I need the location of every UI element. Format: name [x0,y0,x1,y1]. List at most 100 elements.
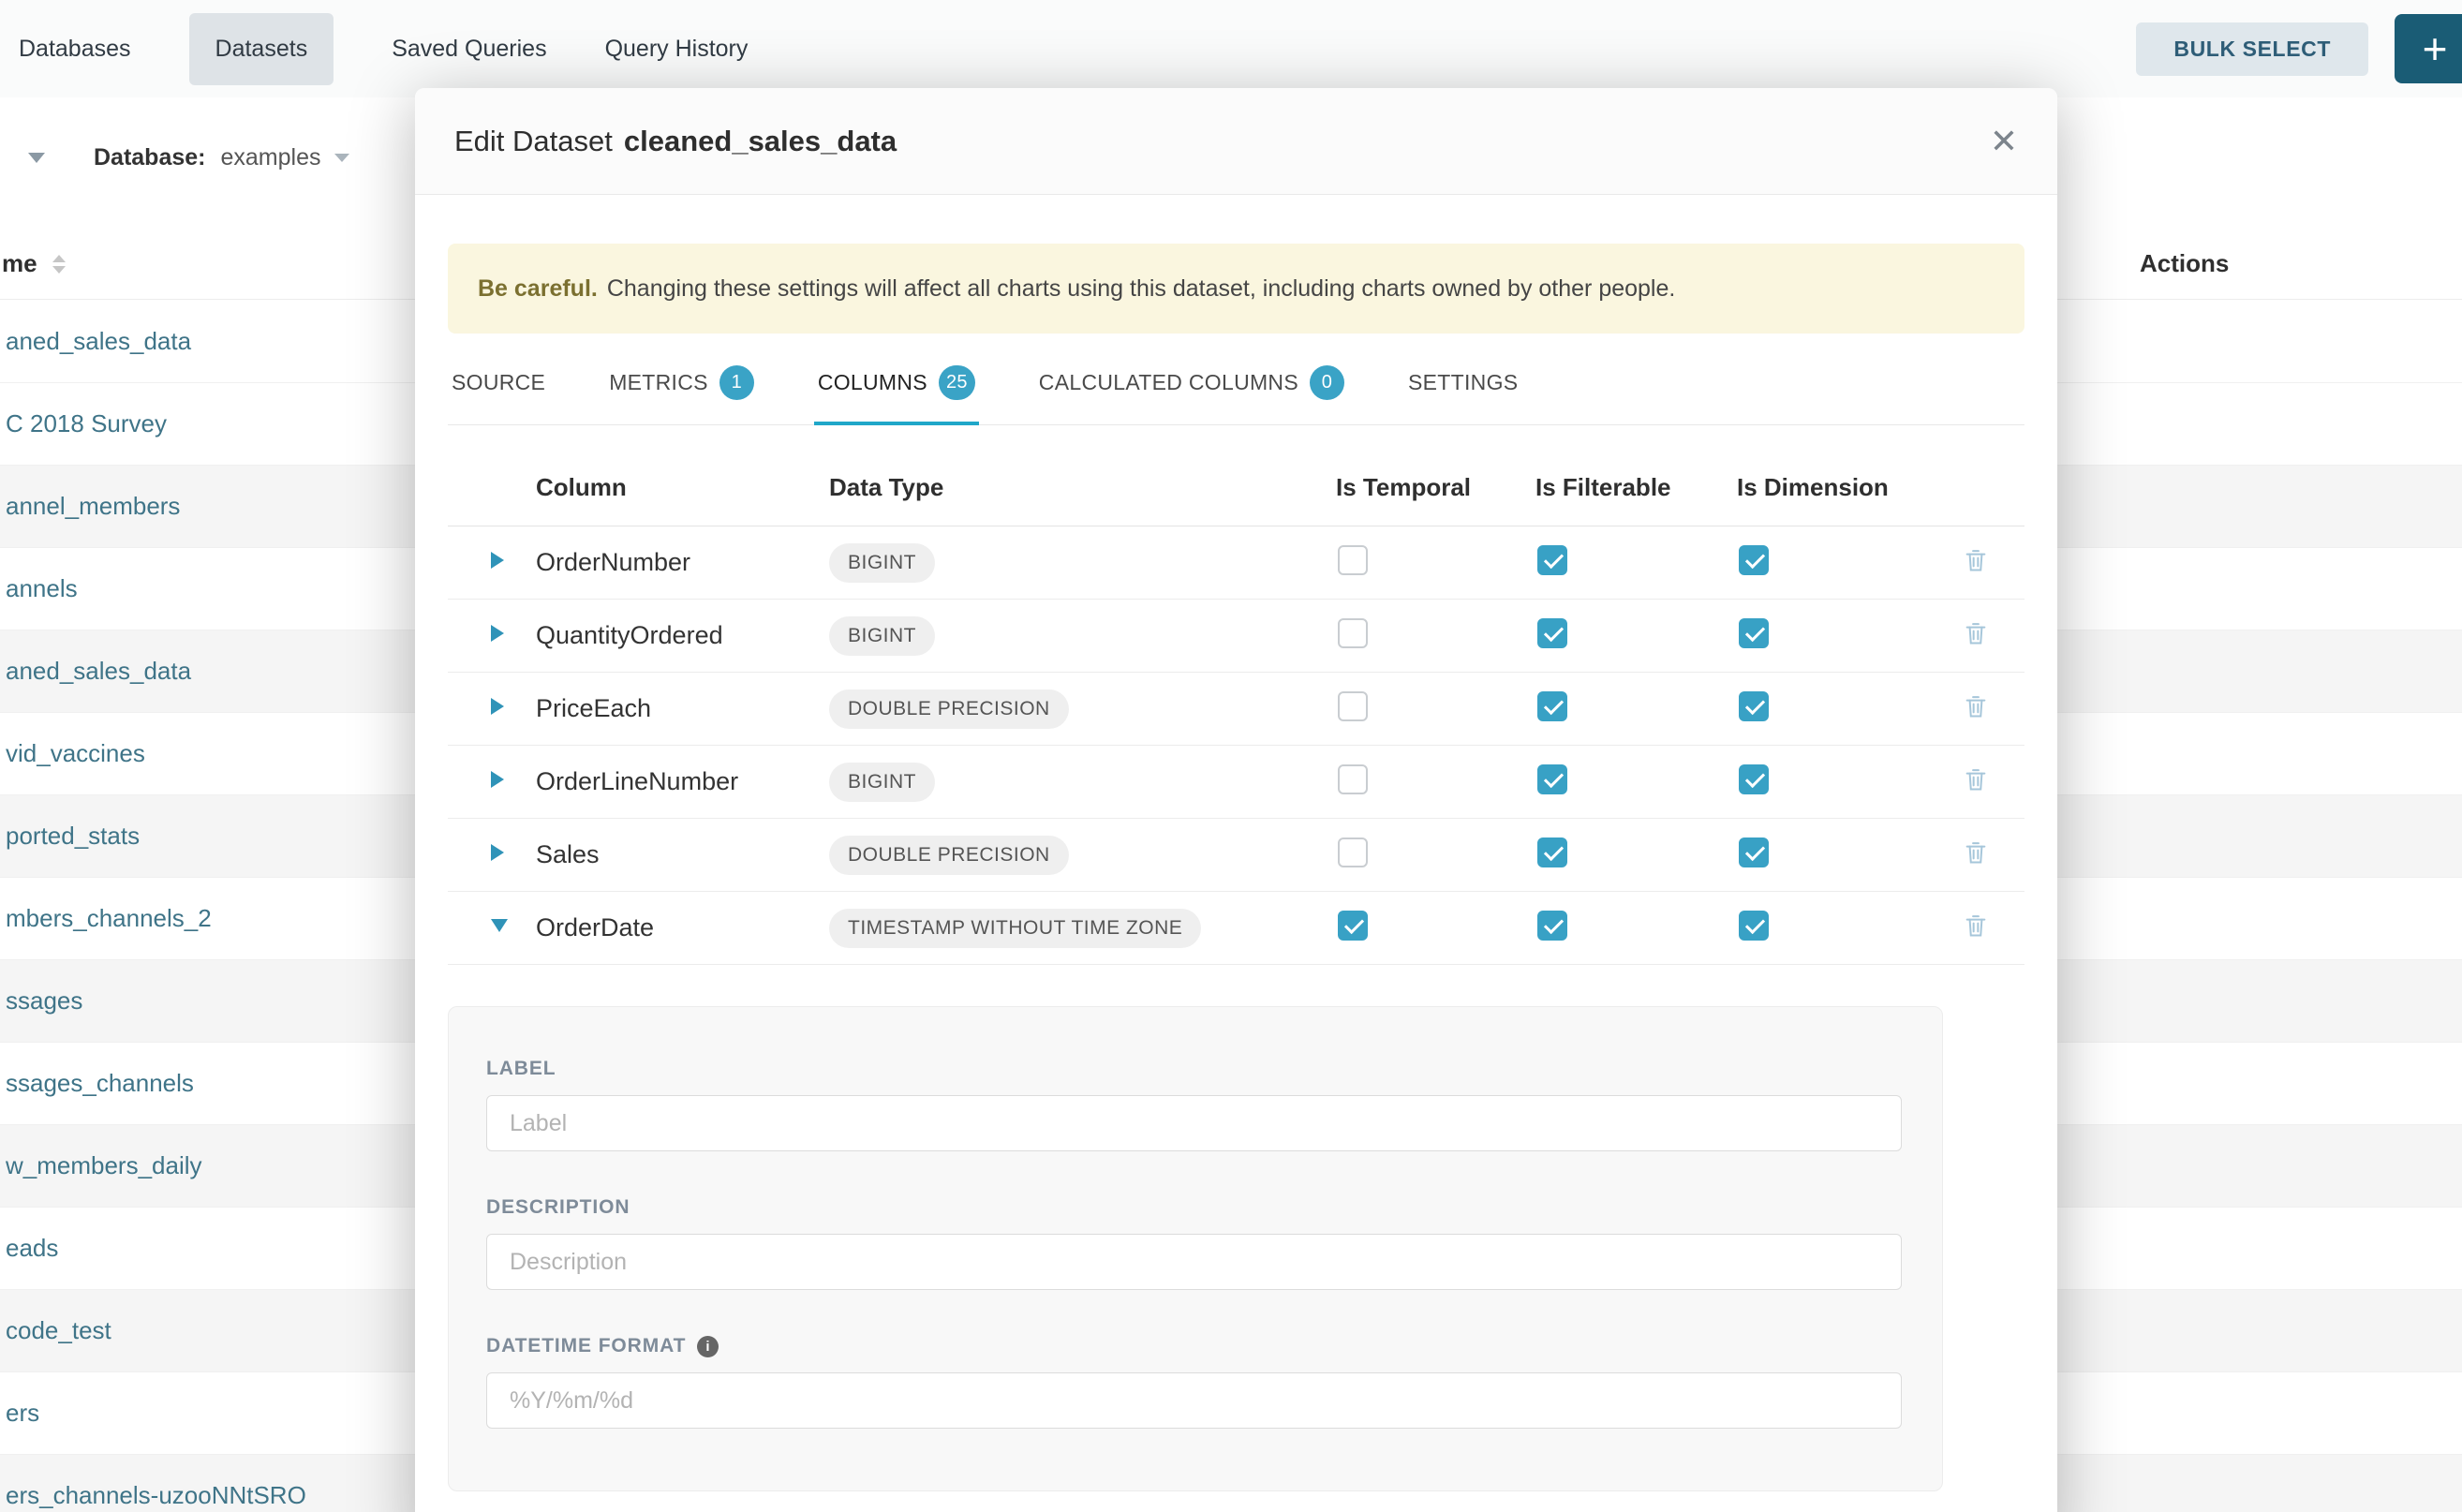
description-input[interactable] [486,1234,1902,1290]
data-type-pill: BIGINT [829,616,935,656]
delete-column-icon[interactable] [1963,693,1989,719]
dataset-link[interactable]: w_members_daily [6,1151,202,1180]
is-temporal-checkbox[interactable] [1338,911,1368,941]
add-dataset-button[interactable]: + [2395,14,2462,83]
data-type-pill: BIGINT [829,763,935,802]
database-dropdown-caret-icon[interactable] [334,154,349,162]
nav-tab-saved-queries[interactable]: Saved Queries [392,36,546,63]
header-is-temporal: Is Temporal [1336,473,1535,502]
tab-metrics-label: METRICS [609,370,708,395]
dataset-link[interactable]: ported_stats [6,822,140,851]
is-dimension-checkbox[interactable] [1739,545,1769,575]
tab-metrics[interactable]: METRICS 1 [605,365,758,424]
dataset-link[interactable]: ers_channels-uzooNNtSRO [6,1481,306,1510]
nav-tab-query-history[interactable]: Query History [605,36,749,63]
datetime-format-input[interactable] [486,1372,1902,1429]
column-name: OrderLineNumber [536,767,829,796]
is-filterable-checkbox[interactable] [1537,618,1567,648]
nav-tabs: Databases Datasets Saved Queries Query H… [19,13,748,85]
is-filterable-checkbox[interactable] [1537,838,1567,867]
delete-column-icon[interactable] [1963,620,1989,646]
tab-source[interactable]: SOURCE [448,365,549,424]
dataset-link[interactable]: ssages [6,986,82,1015]
dataset-link[interactable]: code_test [6,1316,111,1345]
column-row: OrderNumber BIGINT [448,526,2024,600]
is-temporal-checkbox[interactable] [1338,618,1368,648]
tab-columns-label: COLUMNS [818,370,927,395]
is-filterable-checkbox[interactable] [1537,764,1567,794]
collapse-chevron-icon[interactable] [28,153,45,163]
datetime-format-field-label: DATETIME FORMAT [486,1335,1905,1357]
warning-bold-text: Be careful. [478,275,598,303]
dataset-link[interactable]: aned_sales_data [6,327,191,356]
expand-caret-icon[interactable] [491,698,504,715]
is-temporal-checkbox[interactable] [1338,764,1368,794]
modal-body: Be careful. Changing these settings will… [415,244,2057,1491]
tab-calculated-label: CALCULATED COLUMNS [1039,370,1298,395]
database-filter-value[interactable]: examples [221,144,321,171]
dataset-link[interactable]: annel_members [6,492,180,521]
label-field-label: LABEL [486,1058,1905,1080]
tab-settings-label: SETTINGS [1408,370,1518,395]
dataset-filter-bar: Database: examples [0,120,349,195]
is-dimension-checkbox[interactable] [1739,618,1769,648]
dataset-link[interactable]: aned_sales_data [6,657,191,686]
dataset-link[interactable]: annels [6,574,78,603]
tab-columns[interactable]: COLUMNS 25 [814,365,979,424]
delete-column-icon[interactable] [1963,766,1989,793]
dataset-link[interactable]: ers [6,1399,39,1428]
modal-title-dataset-name: cleaned_sales_data [624,125,897,158]
column-name: QuantityOrdered [536,621,829,650]
is-temporal-checkbox[interactable] [1338,691,1368,721]
dataset-link[interactable]: mbers_channels_2 [6,904,212,933]
description-field-label: DESCRIPTION [486,1196,1905,1219]
close-icon[interactable]: ✕ [1990,125,2018,158]
column-name: OrderNumber [536,548,829,577]
delete-column-icon[interactable] [1963,547,1989,573]
column-row: QuantityOrdered BIGINT [448,600,2024,673]
name-column-header: me [2,249,37,278]
warning-banner: Be careful. Changing these settings will… [448,244,2024,334]
collapse-caret-icon[interactable] [491,919,508,932]
expand-caret-icon[interactable] [491,552,504,569]
is-filterable-checkbox[interactable] [1537,911,1567,941]
sort-icon[interactable] [52,255,66,274]
actions-column-header: Actions [2140,249,2229,278]
metrics-count-badge: 1 [719,365,754,400]
dataset-link[interactable]: eads [6,1234,58,1263]
dataset-link[interactable]: vid_vaccines [6,739,145,768]
delete-column-icon[interactable] [1963,912,1989,939]
columns-table-header: Column Data Type Is Temporal Is Filterab… [448,450,2024,526]
data-type-pill: BIGINT [829,543,935,583]
delete-column-icon[interactable] [1963,839,1989,866]
expand-caret-icon[interactable] [491,625,504,642]
is-dimension-checkbox[interactable] [1739,691,1769,721]
is-dimension-checkbox[interactable] [1739,911,1769,941]
is-filterable-checkbox[interactable] [1537,545,1567,575]
column-row: PriceEach DOUBLE PRECISION [448,673,2024,746]
bulk-select-button[interactable]: BULK SELECT [2136,22,2368,76]
tab-calculated-columns[interactable]: CALCULATED COLUMNS 0 [1035,365,1348,424]
expand-caret-icon[interactable] [491,844,504,861]
info-icon[interactable] [697,1336,719,1357]
tab-settings[interactable]: SETTINGS [1404,365,1521,424]
is-temporal-checkbox[interactable] [1338,838,1368,867]
description-field-group: DESCRIPTION [486,1196,1905,1290]
dataset-link[interactable]: C 2018 Survey [6,409,167,438]
main-nav: Databases Datasets Saved Queries Query H… [0,0,2462,97]
data-type-pill: TIMESTAMP WITHOUT TIME ZONE [829,909,1201,948]
nav-tab-databases[interactable]: Databases [19,36,131,63]
expand-caret-icon[interactable] [491,771,504,788]
is-dimension-checkbox[interactable] [1739,838,1769,867]
column-row-expanded: OrderDate TIMESTAMP WITHOUT TIME ZONE [448,892,2024,965]
nav-tab-datasets[interactable]: Datasets [189,13,334,85]
label-input[interactable] [486,1095,1902,1151]
is-dimension-checkbox[interactable] [1739,764,1769,794]
column-name: Sales [536,840,829,869]
is-filterable-checkbox[interactable] [1537,691,1567,721]
header-data-type: Data Type [829,473,1336,502]
label-field-group: LABEL [486,1058,1905,1151]
dataset-link[interactable]: ssages_channels [6,1069,194,1098]
is-temporal-checkbox[interactable] [1338,545,1368,575]
modal-header: Edit Dataset cleaned_sales_data ✕ [415,88,2057,195]
